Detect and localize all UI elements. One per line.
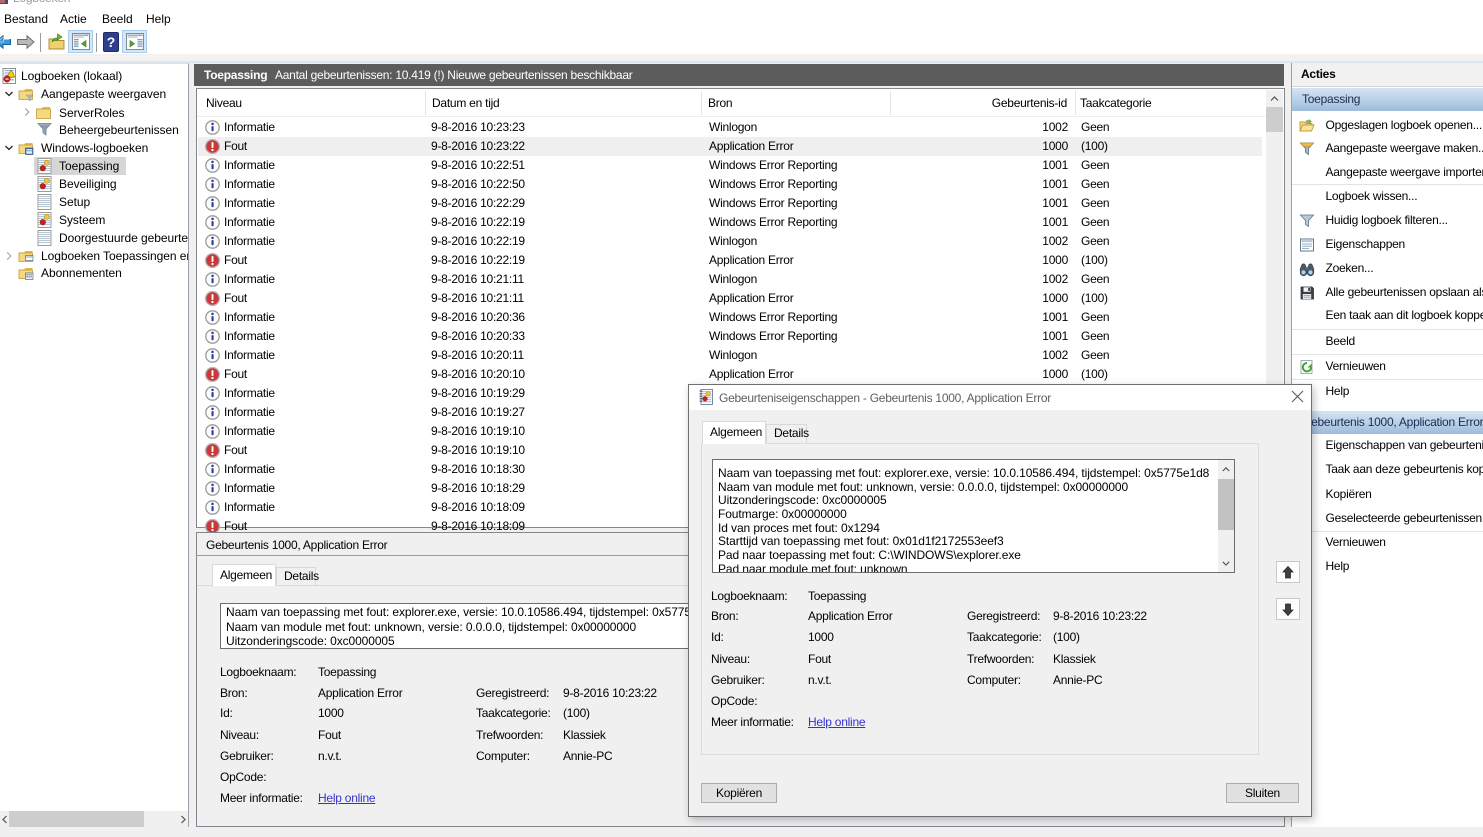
svg-text:?: ? (107, 34, 116, 50)
